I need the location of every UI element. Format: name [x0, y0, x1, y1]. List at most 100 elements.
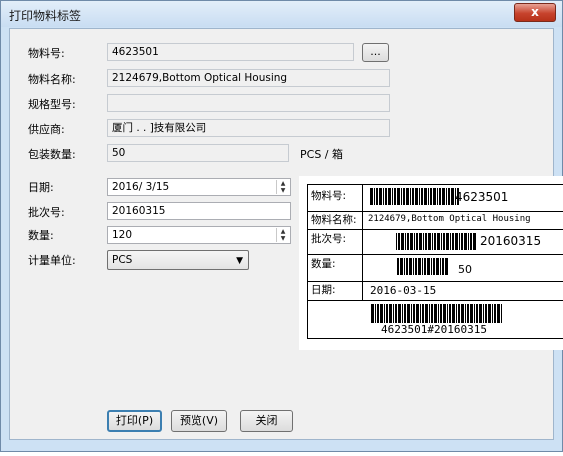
barcode-bar	[443, 304, 446, 323]
barcode-bar	[468, 233, 469, 250]
material-no-label: 物料号:	[28, 47, 65, 60]
label-row-material-name: 物料名称: 2124679,Bottom Optical Housing	[308, 212, 563, 230]
label-row-value: 4623501	[455, 190, 509, 204]
barcode-bar	[432, 233, 433, 250]
title-bar[interactable]: 打印物料标签 x	[1, 1, 562, 27]
date-value: 2016/ 3/15	[112, 181, 170, 193]
barcode-bar	[442, 188, 445, 205]
barcode-bar	[436, 258, 439, 275]
barcode-bar	[497, 304, 500, 323]
label-row-head: 物料名称:	[308, 212, 363, 229]
barcode-bar	[492, 304, 493, 323]
barcode-bar	[406, 188, 409, 205]
quantity-label: 数量:	[28, 229, 54, 242]
print-button[interactable]: 打印(P)	[107, 410, 162, 432]
barcode-bar	[459, 233, 460, 250]
barcode-bar	[398, 233, 400, 250]
barcode-bar	[461, 233, 463, 250]
barcode-bar	[410, 233, 413, 250]
spec-model-label: 规格型号:	[28, 98, 76, 111]
barcode-bar	[425, 233, 427, 250]
label-row-quantity: 数量: 50	[308, 255, 563, 282]
pack-unit-label: PCS / 箱	[300, 148, 343, 161]
barcode-bar	[410, 188, 411, 205]
barcode-bar	[376, 188, 378, 205]
barcode-bar	[456, 304, 457, 323]
barcode-bar	[397, 188, 400, 205]
quantity-stepper[interactable]: 120 ▲ ▼	[107, 226, 291, 244]
label-row-material-no: 物料号: 4623501	[308, 185, 563, 212]
label-row-date: 日期: 2016-03-15	[308, 282, 563, 301]
unit-select[interactable]: PCS ▼	[107, 250, 249, 270]
chevron-down-icon: ▼	[236, 256, 243, 266]
date-spinner[interactable]: ▲ ▼	[276, 180, 289, 194]
barcode-bar	[479, 304, 482, 323]
barcode-bar	[467, 304, 469, 323]
supplier-field: 厦门 . . ]技有限公司	[107, 119, 390, 137]
barcode-bar	[388, 188, 391, 205]
preview-button[interactable]: 预览(V)	[171, 410, 227, 432]
label-row-batch-no: 批次号: 20160315	[308, 230, 563, 255]
barcode-bar	[418, 258, 421, 275]
barcode-bar	[437, 233, 440, 250]
barcode-bar	[434, 233, 436, 250]
barcode-bar	[429, 304, 430, 323]
barcode-bar	[404, 258, 405, 275]
barcode-bar	[401, 233, 404, 250]
barcode-bar	[377, 304, 379, 323]
barcode-bar	[461, 304, 464, 323]
barcode-bar	[433, 188, 436, 205]
barcode-bar	[483, 304, 484, 323]
barcode-bar	[465, 304, 466, 323]
label-row-head: 批次号:	[308, 230, 363, 254]
barcode-bar	[464, 233, 467, 250]
pack-qty-label: 包装数量:	[28, 148, 76, 161]
barcode-quantity	[397, 258, 449, 275]
barcode-bar	[394, 188, 396, 205]
barcode-bar	[446, 233, 449, 250]
barcode-bar	[425, 304, 428, 323]
barcode-bar	[440, 258, 441, 275]
barcode-bar	[430, 188, 432, 205]
browse-button[interactable]: ...	[362, 43, 389, 62]
barcode-batch-no	[396, 233, 477, 250]
batch-no-input[interactable]: 20160315	[107, 202, 291, 220]
barcode-bar	[398, 304, 401, 323]
barcode-bar	[389, 304, 392, 323]
barcode-bar	[434, 304, 437, 323]
barcode-bar	[401, 188, 402, 205]
label-row-value: 2016-03-15	[370, 284, 437, 297]
barcode-bar	[488, 304, 491, 323]
barcode-bar	[455, 233, 458, 250]
barcode-bar	[370, 188, 373, 205]
unit-label: 计量单位:	[28, 254, 76, 267]
barcode-bar	[470, 304, 473, 323]
barcode-bar	[427, 258, 430, 275]
barcode-bar	[424, 188, 427, 205]
barcode-bar	[440, 304, 442, 323]
close-button[interactable]: 关闭	[240, 410, 293, 432]
barcode-bar	[423, 233, 424, 250]
barcode-bar	[458, 304, 460, 323]
barcode-bar	[442, 258, 444, 275]
barcode-bar	[374, 188, 375, 205]
barcode-bar	[402, 304, 403, 323]
date-picker[interactable]: 2016/ 3/15 ▲ ▼	[107, 178, 291, 196]
barcode-bar	[473, 233, 476, 250]
barcode-bar	[412, 188, 414, 205]
label-row-head: 数量:	[308, 255, 363, 281]
quantity-spinner[interactable]: ▲ ▼	[276, 228, 289, 242]
barcode-bar	[396, 233, 397, 250]
barcode-bar	[452, 304, 455, 323]
barcode-bar	[386, 304, 388, 323]
barcode-bar	[411, 304, 412, 323]
label-preview-table: 物料号: 4623501 物料名称: 2124679,Bottom Optica…	[307, 184, 563, 339]
barcode-bar	[393, 304, 394, 323]
label-row-value: 20160315	[480, 234, 542, 248]
barcode-bar	[470, 233, 472, 250]
barcode-bar	[494, 304, 496, 323]
spec-model-field	[107, 94, 390, 112]
barcode-bar	[375, 304, 376, 323]
close-window-button[interactable]: x	[514, 3, 556, 22]
barcode-bar	[447, 304, 448, 323]
